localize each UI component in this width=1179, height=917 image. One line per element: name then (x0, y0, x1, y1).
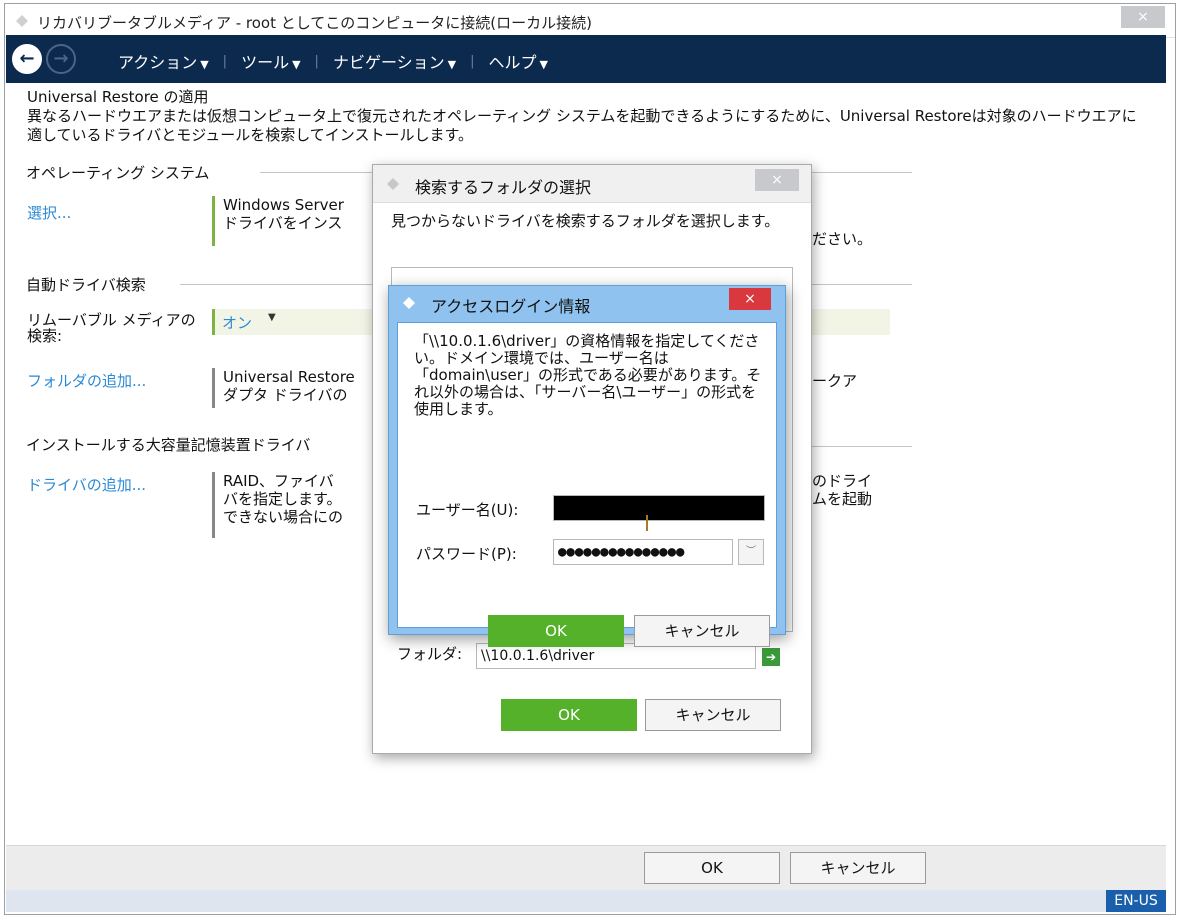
os-info-fragment: ださい。 (812, 230, 873, 248)
username-input[interactable] (553, 495, 765, 521)
menu-tools[interactable]: ツール ▼ (241, 49, 300, 73)
cancel-button[interactable]: キャンセル (790, 852, 926, 884)
mass-storage-info: RAID、ファイバ バを指定します。 できない場合にの (212, 472, 370, 538)
forward-arrow-icon[interactable]: → (46, 44, 76, 74)
app-logo-icon (16, 15, 28, 27)
removable-media-toggle[interactable]: オン ▼ (212, 309, 388, 335)
accent-bar (212, 309, 215, 335)
chevron-down-icon: ▼ (200, 58, 209, 71)
section-heading-mass-storage: インストールする大容量記憶装置ドライバ (26, 436, 311, 454)
menu-separator: | (314, 53, 319, 69)
menu-items: アクション ▼ | ツール ▼ | ナビゲーション ▼ | ヘルプ ▼ (118, 49, 548, 73)
folder-info: Universal Restore ダプタ ドライバの (212, 368, 370, 408)
login-dialog-body: 「\\10.0.1.6\driver」の資格情報を指定してください。ドメイン環境… (397, 322, 777, 647)
go-arrow-icon[interactable]: ➔ (762, 648, 780, 666)
removable-media-toggle-tail (812, 309, 890, 335)
section-divider (812, 172, 912, 173)
folder-cancel-button[interactable]: キャンセル (645, 699, 781, 731)
removable-media-value: オン (222, 314, 253, 332)
folder-info-fragment: ークア (812, 372, 858, 390)
login-cancel-button[interactable]: キャンセル (634, 615, 770, 647)
removable-media-label: リムーバブル メディアの検索: (27, 311, 196, 345)
folder-dialog-description: 見つからないドライバを検索するフォルダを選択します。 (391, 212, 780, 230)
window-title: リカバリブータブルメディア - root としてこのコンピュータに接続(ローカル… (37, 14, 592, 32)
section-divider (180, 284, 390, 285)
login-dialog-close-button[interactable]: × (729, 288, 771, 310)
folder-dialog-title-bar: 検索するフォルダの選択 × (373, 165, 811, 203)
app-logo-icon (387, 178, 399, 190)
menu-separator: | (222, 53, 228, 69)
status-bar: EN-US (6, 890, 1166, 912)
mass-storage-info-fragment: のドライ ムを起動 (812, 472, 873, 508)
menu-navigation[interactable]: ナビゲーション ▼ (333, 49, 456, 73)
login-dialog-title: アクセスログイン情報 (431, 297, 591, 316)
language-indicator[interactable]: EN-US (1106, 890, 1166, 912)
section-heading-auto: 自動ドライバ検索 (26, 276, 146, 294)
section-divider (812, 446, 912, 447)
username-label: ユーザー名(U): (416, 501, 519, 519)
back-arrow-icon[interactable]: ← (12, 44, 42, 74)
folder-ok-button[interactable]: OK (501, 699, 637, 731)
login-message: 「\\10.0.1.6\driver」の資格情報を指定してください。ドメイン環境… (414, 332, 762, 418)
password-label: パスワード(P): (416, 545, 517, 563)
password-input[interactable]: ●●●●●●●●●●●●●●● (553, 539, 733, 565)
folder-path-label: フォルダ: (397, 645, 463, 663)
chevron-down-icon: ▼ (539, 58, 548, 71)
folder-dialog-close-button[interactable]: × (755, 169, 799, 191)
chevron-down-icon: ▼ (268, 312, 276, 323)
ok-button[interactable]: OK (644, 852, 780, 884)
login-ok-button[interactable]: OK (488, 615, 624, 647)
add-folder-link[interactable]: フォルダの追加... (27, 370, 146, 391)
title-bar: リカバリブータブルメディア - root としてこのコンピュータに接続(ローカル… (5, 4, 1175, 38)
chevron-down-icon: ▼ (447, 58, 457, 71)
footer-bar: OK キャンセル (6, 845, 1166, 890)
access-login-dialog: アクセスログイン情報 × 「\\10.0.1.6\driver」の資格情報を指定… (388, 285, 786, 647)
menu-separator: | (470, 53, 475, 69)
section-divider (260, 172, 390, 173)
folder-dialog-title: 検索するフォルダの選択 (415, 178, 592, 197)
page-title: Universal Restore の適用 (27, 88, 209, 106)
menu-help[interactable]: ヘルプ ▼ (488, 49, 547, 73)
select-os-link[interactable]: 選択... (27, 202, 71, 223)
window-close-button[interactable]: × (1121, 6, 1165, 28)
os-info: Windows Server ドライバをインス (212, 196, 370, 246)
menu-bar: ← → アクション ▼ | ツール ▼ | ナビゲーション ▼ | ヘルプ ▼ (6, 35, 1166, 83)
app-logo-icon (403, 297, 415, 309)
page-description: 異なるハードウエアまたは仮想コンピュータ上で復元されたオペレーティング システム… (27, 107, 1137, 144)
add-driver-link[interactable]: ドライバの追加... (27, 474, 146, 495)
section-divider (812, 284, 912, 285)
section-heading-os: オペレーティング システム (26, 164, 210, 182)
login-dialog-title-bar: アクセスログイン情報 × (389, 286, 785, 320)
reveal-password-icon[interactable]: ︶ (738, 539, 764, 565)
chevron-down-icon: ▼ (292, 58, 301, 71)
menu-actions[interactable]: アクション ▼ (118, 49, 209, 73)
text-cursor (646, 515, 648, 531)
